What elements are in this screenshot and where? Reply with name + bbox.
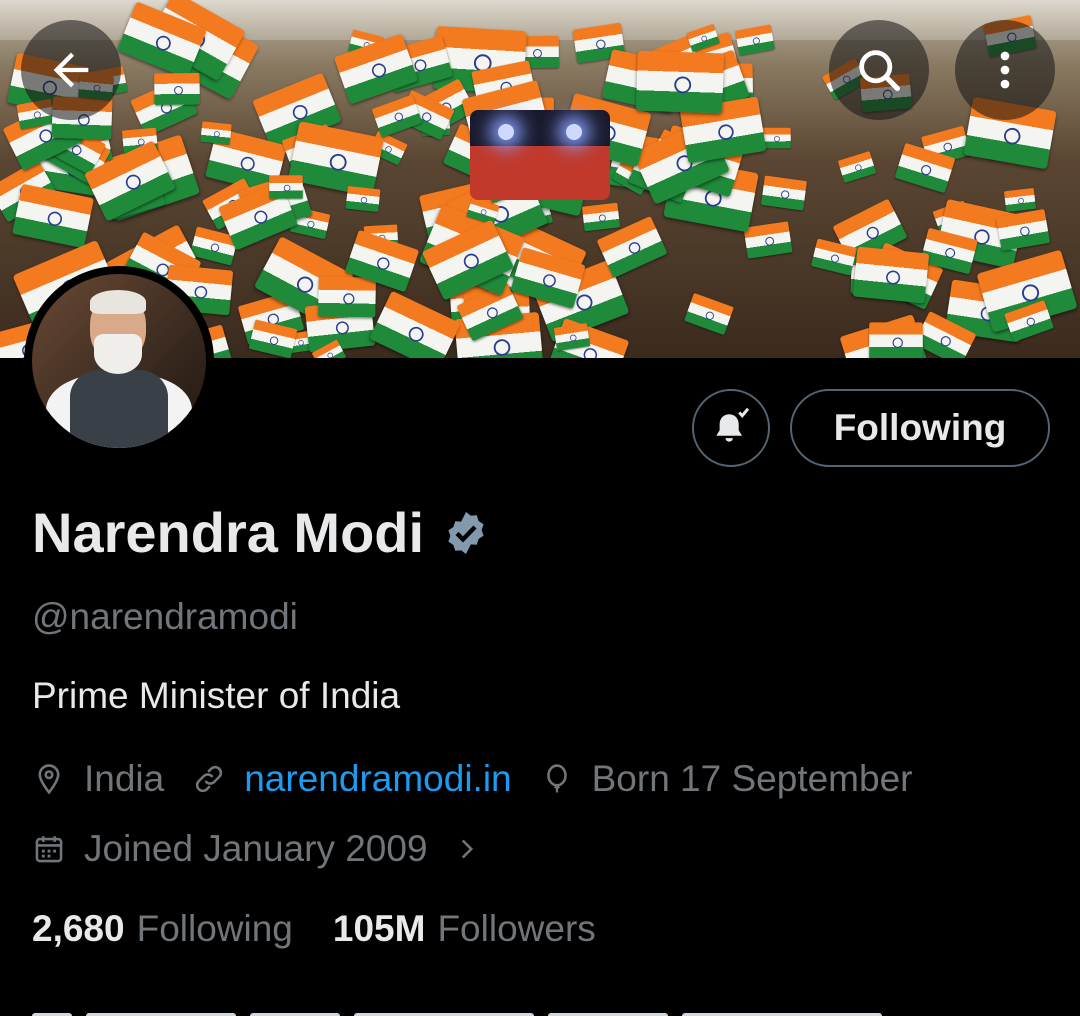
banner-flag — [743, 221, 793, 259]
bell-check-icon — [716, 407, 750, 442]
joined-row[interactable]: Joined January 2009 — [32, 828, 480, 870]
banner-flag — [200, 121, 232, 145]
banner-flag — [735, 24, 775, 56]
banner-flag — [269, 175, 303, 199]
link-icon — [196, 765, 223, 793]
banner-light — [566, 124, 582, 140]
birthday-text: Born 17 September — [591, 758, 913, 799]
more-button[interactable] — [955, 20, 1055, 120]
location-pin-icon — [38, 764, 60, 795]
followers-count: 105M — [332, 908, 426, 949]
banner-flag — [852, 246, 930, 304]
banner-flag — [345, 185, 381, 213]
banner-flag — [581, 202, 621, 232]
banner-flag — [684, 292, 734, 336]
banner-flag — [869, 322, 923, 358]
profile-meta-row: India narendramodi.in Born 17 September — [32, 758, 912, 800]
avatar-vest — [70, 370, 168, 448]
banner-flag — [371, 94, 423, 138]
arrow-left-icon — [53, 52, 89, 88]
search-button[interactable] — [829, 20, 929, 120]
notifications-button[interactable] — [692, 389, 770, 467]
verified-badge-icon[interactable] — [442, 509, 490, 557]
joined-text: Joined January 2009 — [84, 828, 428, 869]
name-row: Narendra Modi — [32, 500, 490, 565]
location-text: India — [84, 758, 165, 799]
balloon-icon — [546, 764, 567, 793]
chevron-right-icon[interactable] — [454, 832, 480, 866]
avatar-hair — [90, 290, 146, 314]
followers-stat[interactable]: 105M Followers — [333, 908, 596, 950]
user-handle: @narendramodi — [32, 596, 298, 637]
banner-vehicle — [470, 110, 610, 200]
banner-flag — [761, 175, 807, 211]
bio: Prime Minister of India — [32, 675, 401, 716]
more-vertical-icon — [1000, 51, 1010, 89]
banner-flag — [1003, 187, 1037, 213]
location: India — [32, 758, 164, 800]
back-button[interactable] — [21, 20, 121, 120]
avatar[interactable] — [24, 266, 214, 456]
banner-flag — [995, 208, 1051, 252]
website-link[interactable]: narendramodi.in — [244, 758, 511, 800]
banner-flag — [333, 33, 419, 105]
banner-flag — [635, 50, 725, 114]
following-stat[interactable]: 2,680 Following — [32, 908, 293, 950]
banner-flag — [837, 151, 877, 183]
following-count: 2,680 — [32, 908, 125, 949]
following-label: Following — [136, 908, 293, 949]
avatar-beard — [94, 334, 142, 374]
joined: Joined January 2009 — [32, 828, 428, 870]
follow-stats: 2,680 Following 105M Followers — [32, 908, 596, 950]
banner-light — [498, 124, 514, 140]
banner-flag — [369, 290, 461, 358]
search-icon — [859, 50, 901, 92]
calendar-icon — [35, 836, 63, 863]
banner-flag — [154, 72, 200, 106]
banner-flag — [318, 276, 376, 318]
website[interactable]: narendramodi.in — [192, 758, 512, 800]
birthday: Born 17 September — [540, 758, 913, 800]
followed-by-text-cutoff — [32, 1006, 1042, 1016]
avatar-image — [32, 274, 206, 448]
display-name: Narendra Modi — [32, 501, 425, 564]
following-button[interactable]: Following — [790, 389, 1050, 467]
followers-label: Followers — [437, 908, 596, 949]
